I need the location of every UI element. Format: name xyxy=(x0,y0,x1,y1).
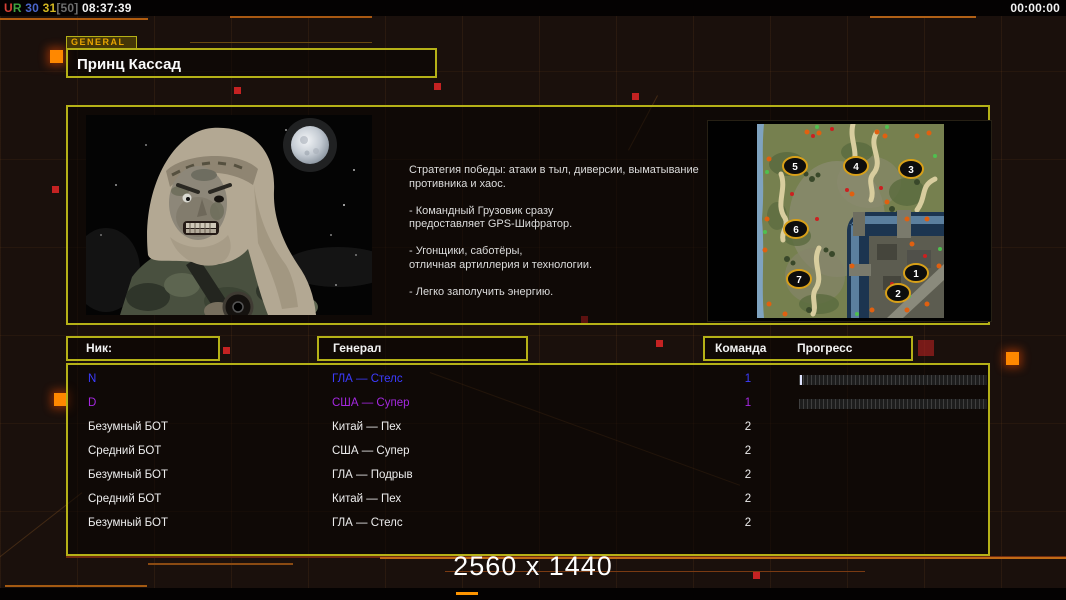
map-marker: 5 xyxy=(783,157,807,175)
page-title: Принц Кассад xyxy=(77,56,181,73)
progress-bar xyxy=(799,399,987,409)
header-general: Генерал xyxy=(317,336,528,361)
player-table: N ГЛА — Стелс 1 D США — Супер 1 Безумный БОТ Ки… xyxy=(66,363,990,556)
player-general: Китай — Пех xyxy=(332,421,401,433)
progress-tick xyxy=(800,375,802,385)
table-row[interactable]: Средний БОТ Китай — Пех 2 xyxy=(68,488,988,512)
red-square xyxy=(918,340,934,356)
stat-r: R xyxy=(13,1,22,15)
player-general: ГЛА — Стелс xyxy=(332,373,403,385)
header-team-progress: Команда Прогресс xyxy=(703,336,913,361)
player-general: США — Супер xyxy=(332,397,409,409)
circuit-line xyxy=(870,16,976,18)
table-row[interactable]: Безумный БОТ Китай — Пех 2 xyxy=(68,416,988,440)
general-description: Стратегия победы: атаки в тыл, диверсии,… xyxy=(409,164,709,299)
map-marker: 4 xyxy=(844,157,868,175)
red-square xyxy=(434,83,441,90)
player-nick: Безумный БОТ xyxy=(88,517,168,529)
table-row[interactable]: N ГЛА — Стелс 1 xyxy=(68,368,988,392)
player-team: 2 xyxy=(736,445,760,457)
general-info-box: Стратегия победы: атаки в тыл, диверсии,… xyxy=(66,105,990,325)
player-nick: Средний БОТ xyxy=(88,445,161,457)
svg-text:2: 2 xyxy=(895,289,901,300)
top-hud-bar xyxy=(0,0,1066,16)
map-preview-panel: 5 4 3 6 7 1 2 xyxy=(707,120,992,322)
player-nick: Безумный БОТ xyxy=(88,469,168,481)
red-square xyxy=(223,347,230,354)
player-nick: Безумный БОТ xyxy=(88,421,168,433)
player-general: США — Супер xyxy=(332,445,409,457)
stat-v1: 30 xyxy=(22,1,39,15)
header-team: Команда xyxy=(715,338,766,359)
stat-u: U xyxy=(4,1,13,15)
player-nick: N xyxy=(88,373,96,385)
glow-square xyxy=(50,50,63,63)
svg-text:4: 4 xyxy=(853,162,859,173)
svg-text:7: 7 xyxy=(796,275,802,286)
circuit-line xyxy=(5,585,147,587)
red-square xyxy=(234,87,241,94)
red-square xyxy=(52,186,59,193)
table-row[interactable]: D США — Супер 1 xyxy=(68,392,988,416)
gentool-stats: UR 30 31[50] 08:37:39 xyxy=(4,1,132,15)
bottom-hud-bar xyxy=(0,588,1066,600)
svg-text:6: 6 xyxy=(793,225,799,236)
circuit-line xyxy=(456,592,478,595)
player-team: 2 xyxy=(736,493,760,505)
player-nick: Средний БОТ xyxy=(88,493,161,505)
player-team: 2 xyxy=(736,469,760,481)
player-team: 2 xyxy=(736,517,760,529)
player-team: 1 xyxy=(736,397,760,409)
circuit-line xyxy=(230,16,372,18)
table-row[interactable]: Безумный БОТ ГЛА — Стелс 2 xyxy=(68,512,988,536)
player-team: 1 xyxy=(736,373,760,385)
svg-text:5: 5 xyxy=(792,162,798,173)
moon xyxy=(291,126,329,164)
player-general: ГЛА — Подрыв xyxy=(332,469,413,481)
glow-square xyxy=(1006,352,1019,365)
general-portrait xyxy=(86,115,372,315)
red-square xyxy=(656,340,663,347)
header-nick: Ник: xyxy=(66,336,220,361)
stat-v2: 31 xyxy=(39,1,56,15)
player-nick: D xyxy=(88,397,96,409)
minimap: 5 4 3 6 7 1 2 xyxy=(757,124,944,318)
map-marker: 6 xyxy=(784,220,808,238)
map-marker: 1 xyxy=(904,264,928,282)
header-progress: Прогресс xyxy=(797,338,852,359)
circuit-line xyxy=(190,42,372,43)
svg-text:3: 3 xyxy=(908,165,914,176)
map-marker: 2 xyxy=(886,284,910,302)
svg-text:1: 1 xyxy=(913,269,919,280)
general-title-box: Принц Кассад xyxy=(66,48,437,78)
stat-clock: 08:37:39 xyxy=(78,1,131,15)
map-marker: 7 xyxy=(787,270,811,288)
red-square xyxy=(632,93,639,100)
resolution-label: 2560 x 1440 xyxy=(0,551,1066,582)
portrait-art xyxy=(86,115,372,315)
lobby-screen: UR 30 31[50] 08:37:39 00:00:00 GENERAL П… xyxy=(0,0,1066,600)
player-general: ГЛА — Стелс xyxy=(332,517,403,529)
match-timer: 00:00:00 xyxy=(1010,1,1060,15)
table-row[interactable]: Средний БОТ США — Супер 2 xyxy=(68,440,988,464)
map-marker: 3 xyxy=(899,160,923,178)
table-row[interactable]: Безумный БОТ ГЛА — Подрыв 2 xyxy=(68,464,988,488)
stat-v3: [50] xyxy=(56,1,78,15)
player-general: Китай — Пех xyxy=(332,493,401,505)
player-team: 2 xyxy=(736,421,760,433)
progress-bar xyxy=(799,375,987,385)
circuit-line xyxy=(0,18,148,20)
